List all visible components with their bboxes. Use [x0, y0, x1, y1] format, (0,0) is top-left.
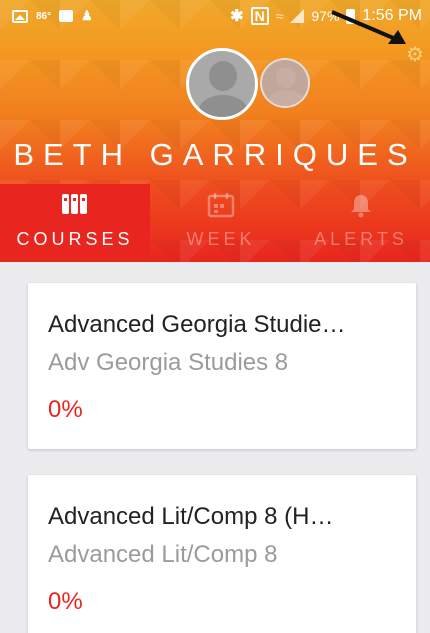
- course-title: Advanced Georgia Studie…: [48, 311, 346, 338]
- course-title: Advanced Lit/Comp 8 (H…: [48, 503, 334, 530]
- nfc-icon: N: [250, 7, 269, 25]
- course-card[interactable]: Advanced Georgia Studie… Adv Georgia Stu…: [28, 283, 416, 449]
- tab-alerts[interactable]: ALERTS: [292, 184, 430, 262]
- bluetooth-icon: ✱: [230, 8, 244, 25]
- avatar-body: [269, 90, 303, 106]
- tab-week[interactable]: WEEK: [150, 184, 292, 262]
- tab-courses-label: COURSES: [16, 229, 134, 249]
- course-card[interactable]: Advanced Lit/Comp 8 (H… Advanced Lit/Com…: [28, 475, 416, 633]
- app-icon: [59, 10, 74, 22]
- person-icon: ♟: [81, 8, 93, 23]
- wifi-icon: ≈: [275, 8, 284, 24]
- user-name: BETH GARRIQUES: [13, 137, 417, 172]
- tab-courses[interactable]: COURSES: [0, 184, 150, 262]
- bell-icon: [351, 195, 371, 218]
- calendar-icon: [207, 193, 235, 218]
- avatar-head: [209, 61, 237, 91]
- app-screen: 86° ♟ ✱ N ≈ 97% 1:56 PM ⚙ BETH GARRIQUES…: [0, 0, 430, 633]
- profile-header: 86° ♟ ✱ N ≈ 97% 1:56 PM ⚙ BETH GARRIQUES…: [0, 0, 430, 262]
- tab-alerts-label: ALERTS: [314, 229, 408, 249]
- annotation-arrow-icon: [331, 10, 406, 44]
- image-icon: [12, 9, 28, 23]
- course-grade: 0%: [48, 396, 83, 423]
- course-subtitle: Adv Georgia Studies 8: [48, 349, 289, 376]
- avatar[interactable]: [186, 48, 258, 120]
- course-subtitle: Advanced Lit/Comp 8: [48, 541, 278, 568]
- signal-icon: [290, 9, 305, 23]
- status-bar-left: 86° ♟: [12, 8, 93, 24]
- secondary-avatar[interactable]: [260, 58, 310, 108]
- tab-bar: COURSES WEEK ALERTS: [0, 184, 430, 262]
- tab-week-label: WEEK: [186, 229, 256, 249]
- gear-icon[interactable]: ⚙: [404, 44, 426, 66]
- avatar-body: [199, 95, 247, 117]
- avatar-head: [276, 67, 296, 88]
- courses-icon: [62, 194, 87, 214]
- temperature-label: 86°: [36, 10, 52, 22]
- course-grade: 0%: [48, 588, 83, 615]
